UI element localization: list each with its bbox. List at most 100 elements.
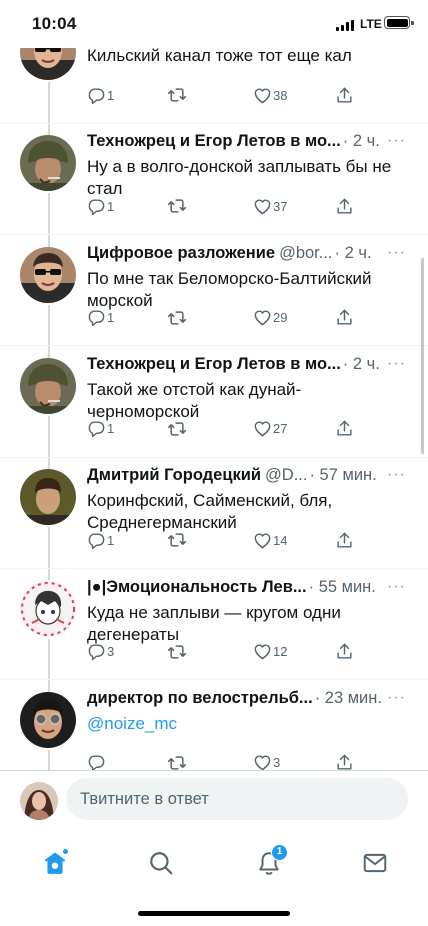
tab-notifications[interactable]: 1	[254, 844, 288, 878]
more-options-icon[interactable]: ···	[387, 466, 406, 484]
tweet-author-name[interactable]: Техножрец и Егор Летов в мо...	[87, 132, 341, 151]
reply-button[interactable]	[87, 752, 107, 770]
like-icon	[253, 642, 272, 661]
glasses-man-avatar[interactable]	[20, 691, 76, 748]
more-options-icon[interactable]: ···	[387, 355, 406, 373]
share-button[interactable]	[335, 418, 354, 440]
anime-drawing-avatar[interactable]	[20, 580, 76, 637]
like-icon	[253, 419, 272, 438]
scrollbar[interactable]	[421, 258, 424, 454]
reply-icon	[87, 419, 106, 438]
reply-button[interactable]: 1	[87, 195, 114, 217]
reply-button[interactable]: 1	[87, 418, 114, 440]
soldier-helmet-avatar[interactable]	[20, 135, 76, 192]
tab-search[interactable]	[146, 848, 176, 878]
tweet-text: Ну а в волго-донской заплывать бы не ста…	[87, 157, 392, 199]
tab-home[interactable]	[40, 848, 70, 878]
tweet-actions: 1 29	[87, 307, 367, 329]
tweet[interactable]: Техножрец и Егор Летов в мо... · 2 ч. ··…	[0, 346, 428, 457]
more-options-icon[interactable]: ···	[387, 132, 406, 150]
like-icon	[253, 753, 272, 770]
like-button[interactable]: 29	[253, 307, 287, 329]
like-count: 12	[273, 644, 288, 659]
tweet-author-name[interactable]: |●|Эмоциональность Лев...	[87, 578, 307, 597]
soldier-helmet-avatar[interactable]	[20, 357, 76, 414]
tweet-author-name[interactable]: Дмитрий Городецкий	[87, 466, 261, 485]
tweet[interactable]: Цифровое разложение @bor... · 2 ч. ··· П…	[0, 235, 428, 346]
more-options-icon[interactable]: ···	[387, 578, 406, 596]
tweet-text[interactable]: @noize_mc	[87, 713, 398, 735]
tweet-author-name[interactable]: директор по велострельб...	[87, 689, 313, 708]
retweet-button[interactable]	[167, 195, 188, 217]
more-options-icon[interactable]: ···	[387, 244, 406, 262]
share-button[interactable]	[335, 195, 354, 217]
like-button[interactable]: 27	[253, 418, 287, 440]
reply-button[interactable]: 1	[87, 529, 114, 551]
retweet-button[interactable]	[167, 529, 188, 551]
share-button[interactable]	[335, 752, 354, 770]
reply-input[interactable]: Твитните в ответ	[66, 778, 408, 820]
share-icon	[335, 531, 354, 550]
status-bar: 10:04 LTE	[0, 0, 428, 48]
like-button[interactable]: 3	[253, 752, 280, 770]
share-button[interactable]	[335, 641, 354, 663]
retweet-icon	[167, 85, 187, 105]
reply-button[interactable]: 1	[87, 84, 114, 106]
tweet[interactable]: Цифровое разложение @bor... · 2 ч. ··· К…	[0, 48, 428, 123]
like-button[interactable]: 12	[253, 641, 287, 663]
tweet-time: · 23 мин.	[314, 688, 382, 707]
tweet-actions: 1 27	[87, 418, 367, 440]
like-count: 29	[273, 310, 288, 326]
like-button[interactable]: 37	[253, 195, 287, 217]
like-icon	[253, 86, 272, 105]
more-options-icon[interactable]: ···	[387, 689, 406, 707]
reply-button[interactable]: 1	[87, 307, 114, 329]
tweet[interactable]: Дмитрий Городецкий @D... · 57 мин. ··· К…	[0, 457, 428, 568]
cellular-signal-icon	[336, 19, 356, 31]
tweet-text: По мне так Беломорско-Балтийский морской	[87, 268, 372, 310]
like-button[interactable]: 14	[253, 529, 287, 551]
like-count: 38	[273, 87, 288, 103]
tweet-actions: 1 38	[87, 84, 367, 106]
tweet[interactable]: Техножрец и Егор Летов в мо... · 2 ч. ··…	[0, 123, 428, 234]
tweet-handle: @bor...	[279, 243, 333, 262]
tweet-handle: @D...	[265, 466, 308, 485]
tab-messages[interactable]	[360, 848, 390, 878]
retweet-button[interactable]	[167, 418, 188, 440]
reply-bar: Твитните в ответ	[0, 770, 428, 832]
status-time: 10:04	[32, 14, 77, 33]
sunglasses-man-avatar[interactable]	[20, 246, 76, 303]
search-icon	[150, 852, 173, 875]
retweet-icon	[167, 530, 187, 550]
retweet-button[interactable]	[167, 84, 188, 106]
retweet-button[interactable]	[167, 307, 188, 329]
user-avatar[interactable]	[20, 782, 58, 820]
share-button[interactable]	[335, 307, 354, 329]
like-button[interactable]: 38	[253, 84, 287, 106]
retweet-button[interactable]	[167, 752, 188, 770]
tweet-author-name[interactable]: Цифровое разложение	[87, 244, 275, 263]
tweet-author-name[interactable]: Техножрец и Егор Летов в мо...	[87, 355, 341, 374]
share-icon	[335, 86, 354, 105]
reply-icon	[87, 308, 106, 327]
battery-level-fill	[386, 18, 408, 27]
conversation-thread[interactable]: Цифровое разложение @bor... · 2 ч. ··· К…	[0, 48, 428, 770]
man-portrait-avatar[interactable]	[20, 469, 76, 526]
like-count: 3	[273, 755, 281, 770]
share-button[interactable]	[335, 84, 354, 106]
reply-button[interactable]: 3	[87, 641, 114, 663]
retweet-icon	[167, 196, 187, 216]
tweet-text: Кильский канал тоже тот еще кал	[87, 48, 352, 65]
tweet-header: |●|Эмоциональность Лев... · 55 мин.	[87, 578, 406, 600]
share-icon	[335, 419, 354, 438]
like-icon	[253, 531, 272, 550]
tweet[interactable]: |●|Эмоциональность Лев... · 55 мин. ··· …	[0, 569, 428, 680]
share-button[interactable]	[335, 529, 354, 551]
messages-icon	[363, 853, 387, 873]
tweet[interactable]: директор по велострельб... · 23 мин. ···…	[0, 680, 428, 770]
retweet-button[interactable]	[167, 641, 188, 663]
home-indicator[interactable]	[138, 911, 290, 916]
sunglasses-man-avatar[interactable]	[20, 48, 76, 80]
tweet-actions: 3 12	[87, 641, 367, 663]
tweet-time: · 2 ч.	[342, 132, 380, 151]
